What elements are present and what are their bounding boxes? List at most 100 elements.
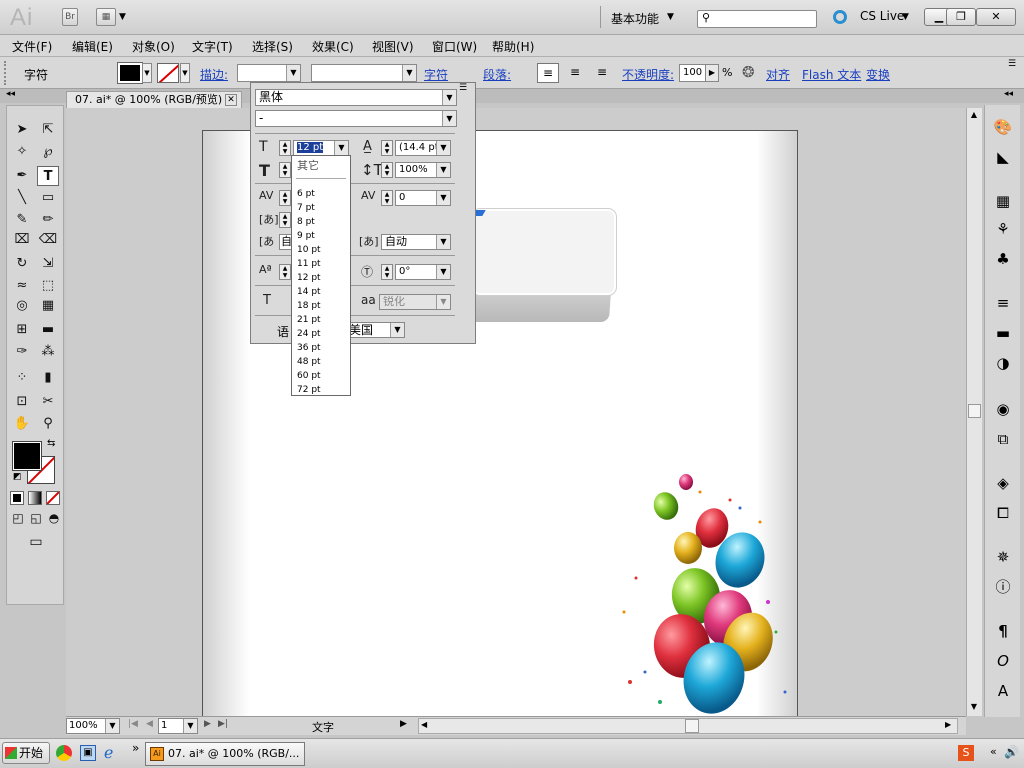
layers-icon[interactable]: ◈ bbox=[991, 471, 1015, 495]
quicklaunch-more-icon[interactable]: » bbox=[132, 741, 139, 755]
chevron-down-icon[interactable]: ▼ bbox=[436, 163, 450, 177]
chevron-down-icon[interactable]: ▼ bbox=[183, 719, 197, 733]
blob-brush-icon[interactable]: ⌧ bbox=[11, 230, 33, 250]
chevron-down-icon[interactable]: ▼ bbox=[105, 719, 119, 733]
character-icon[interactable]: A bbox=[991, 679, 1015, 703]
control-menu-icon[interactable]: ☰ bbox=[1008, 59, 1016, 69]
last-page-icon[interactable]: ▶| bbox=[218, 719, 228, 729]
graph-tool-icon[interactable]: ▮ bbox=[37, 368, 59, 388]
first-page-icon[interactable]: |◀ bbox=[128, 719, 138, 729]
align-link[interactable]: 对齐 bbox=[766, 66, 790, 83]
chevron-down-icon[interactable]: ▼ bbox=[902, 12, 909, 22]
chevron-down-icon[interactable]: ▼ bbox=[436, 141, 450, 155]
perspective-grid-icon[interactable]: ▦ bbox=[37, 296, 59, 316]
horizontal-scrollbar[interactable]: ◀ ▶ bbox=[418, 718, 958, 734]
size-option[interactable]: 12 pt bbox=[297, 273, 321, 283]
zoom-field[interactable]: 100% ▼ bbox=[66, 718, 120, 734]
bridge-button[interactable]: Br bbox=[62, 8, 78, 26]
slice-tool-icon[interactable]: ✂ bbox=[37, 392, 59, 412]
vertical-scrollbar[interactable]: ▲ ▼ bbox=[966, 108, 982, 716]
color-guide-icon[interactable]: ◣ bbox=[991, 145, 1015, 169]
screen-mode-icon[interactable]: ▭ bbox=[23, 532, 49, 552]
scroll-thumb[interactable] bbox=[968, 404, 981, 418]
eraser-icon[interactable]: ⌫ bbox=[37, 230, 59, 250]
pencil-tool-icon[interactable]: ✏ bbox=[37, 210, 59, 230]
stroke-panel-icon[interactable]: ≡ bbox=[991, 291, 1015, 315]
start-button[interactable]: 开始 bbox=[2, 742, 50, 764]
rotation-stepper[interactable]: ▲ ▼ bbox=[381, 264, 393, 280]
eyedropper-icon[interactable]: ✑ bbox=[11, 342, 33, 362]
size-option[interactable]: 48 pt bbox=[297, 357, 321, 367]
search-input[interactable]: ⚲ bbox=[697, 10, 817, 28]
recolor-icon[interactable]: ❂ bbox=[742, 63, 755, 81]
page-field[interactable]: 1 ▼ bbox=[158, 718, 198, 734]
size-option[interactable]: 72 pt bbox=[297, 385, 321, 395]
chevron-down-icon[interactable]: ▼ bbox=[436, 235, 450, 249]
rotate-tool-icon[interactable]: ↻ bbox=[11, 254, 33, 274]
next-page-icon[interactable]: ▶ bbox=[204, 719, 211, 729]
swatches-icon[interactable]: ▦ bbox=[991, 189, 1015, 213]
shape-builder-icon[interactable]: ◎ bbox=[11, 296, 33, 316]
status-text[interactable]: 文字 bbox=[312, 719, 334, 735]
info-icon[interactable]: ⓘ bbox=[991, 575, 1015, 599]
size-option[interactable]: 8 pt bbox=[297, 217, 315, 227]
chevron-right-icon[interactable]: ▶ bbox=[705, 64, 719, 82]
collapse-toolbox-icon[interactable]: ◂◂ bbox=[6, 89, 15, 99]
leading-field[interactable]: (14.4 pt) ▼ bbox=[395, 140, 451, 156]
default-colors-icon[interactable]: ◩ bbox=[13, 472, 22, 482]
antialias-field[interactable]: 锐化 ▼ bbox=[379, 294, 451, 310]
chevron-down-icon[interactable]: ▼ bbox=[334, 141, 348, 155]
hscroll-thumb[interactable] bbox=[685, 719, 699, 733]
grip-handle[interactable] bbox=[4, 61, 8, 85]
menu-object[interactable]: 对象(O) bbox=[132, 38, 175, 55]
free-transform-icon[interactable]: ⬚ bbox=[37, 276, 59, 296]
selection-tool-icon[interactable]: ➤ bbox=[11, 120, 33, 140]
flash-text-link[interactable]: Flash 文本 bbox=[802, 66, 861, 83]
rotation-field[interactable]: 0° ▼ bbox=[395, 264, 451, 280]
brushes-icon[interactable]: ⚘ bbox=[991, 217, 1015, 241]
size-stepper[interactable]: ▲ ▼ bbox=[279, 140, 291, 156]
vscale-stepper[interactable]: ▲ ▼ bbox=[381, 162, 393, 178]
paragraph-link[interactable]: 段落: bbox=[483, 66, 511, 83]
menu-view[interactable]: 视图(V) bbox=[372, 38, 414, 55]
chevron-down-icon[interactable]: ▼ bbox=[436, 191, 450, 205]
scroll-right-icon[interactable]: ▶ bbox=[945, 720, 951, 729]
appearance-icon[interactable]: ◉ bbox=[991, 397, 1015, 421]
size-option[interactable]: 60 pt bbox=[297, 371, 321, 381]
chevron-down-icon[interactable]: ▼ bbox=[142, 63, 152, 83]
draw-normal-icon[interactable]: ◰ bbox=[9, 508, 27, 528]
gradient-tool-icon[interactable]: ▬ bbox=[37, 320, 59, 340]
ie-icon[interactable]: ℯ bbox=[104, 743, 113, 762]
transform-link[interactable]: 变换 bbox=[866, 66, 890, 83]
restore-button[interactable]: ❐ bbox=[946, 8, 976, 26]
expand-dock-icon[interactable]: ◂◂ bbox=[1004, 89, 1013, 99]
navigator-icon[interactable]: ✵ bbox=[991, 545, 1015, 569]
graphic-styles-icon[interactable]: ⧉ bbox=[991, 427, 1015, 451]
magic-wand-icon[interactable]: ✧ bbox=[11, 142, 33, 162]
size-option[interactable]: 14 pt bbox=[297, 287, 321, 297]
chrome-icon[interactable] bbox=[56, 745, 72, 761]
chevron-down-icon[interactable]: ▼ bbox=[286, 65, 300, 81]
arrange-documents-icon[interactable]: ▦ bbox=[96, 8, 116, 26]
color-palette-icon[interactable]: 🎨 bbox=[991, 115, 1015, 139]
scroll-up-icon[interactable]: ▲ bbox=[968, 110, 980, 124]
gradient-panel-icon[interactable]: ▬ bbox=[991, 321, 1015, 345]
scroll-left-icon[interactable]: ◀ bbox=[421, 720, 427, 729]
chevron-down-icon[interactable]: ▼ bbox=[436, 295, 450, 309]
size-option[interactable]: 11 pt bbox=[297, 259, 321, 269]
mesh-tool-icon[interactable]: ⊞ bbox=[11, 320, 33, 340]
size-option[interactable]: 24 pt bbox=[297, 329, 321, 339]
rectangle-tool-icon[interactable]: ▭ bbox=[37, 188, 59, 208]
warp-tool-icon[interactable]: ≈ bbox=[11, 276, 33, 296]
transparency-icon[interactable]: ◑ bbox=[991, 351, 1015, 375]
stroke-weight-field[interactable]: ▼ bbox=[237, 64, 301, 82]
menu-edit[interactable]: 编辑(E) bbox=[72, 38, 113, 55]
direct-selection-icon[interactable]: ⇱ bbox=[37, 120, 59, 140]
fill-swatch[interactable] bbox=[117, 62, 143, 84]
size-option[interactable]: 21 pt bbox=[297, 315, 321, 325]
align-center-icon[interactable]: ≡ bbox=[565, 63, 585, 83]
font-size-field[interactable]: 12 pt ▼ bbox=[293, 140, 349, 156]
panel-menu-icon[interactable]: ☰ bbox=[459, 83, 467, 93]
chevron-down-icon[interactable]: ▼ bbox=[402, 65, 416, 81]
brush-tool-icon[interactable]: ✎ bbox=[11, 210, 33, 230]
